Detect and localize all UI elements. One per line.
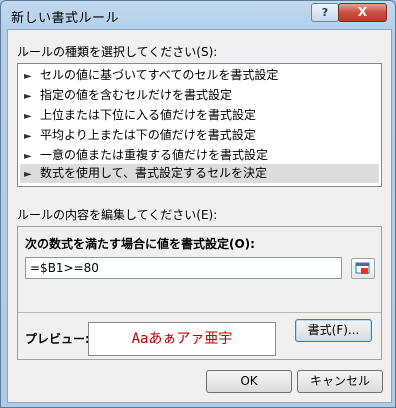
- rule-edit-group: 次の数式を満たす場合に値を書式設定(O): プレビュー: Aaあぁアァ亜宇 書式…: [17, 226, 382, 360]
- rule-type-item[interactable]: ► セルの値に基づいてすべてのセルを書式設定: [20, 66, 379, 85]
- cancel-button[interactable]: キャンセル: [297, 370, 383, 393]
- rule-type-item-label: 数式を使用して、書式設定するセルを決定: [40, 166, 268, 180]
- range-select-icon: [355, 262, 370, 274]
- arrow-right-icon: ►: [24, 71, 32, 82]
- rule-type-item-label: 上位または下位に入る値だけを書式設定: [40, 108, 257, 122]
- rule-type-item[interactable]: ► 指定の値を含むセルだけを書式設定: [20, 86, 379, 105]
- dialog-body: ルールの種類を選択してください(S): ► セルの値に基づいてすべてのセルを書式設…: [7, 29, 392, 403]
- rule-type-list[interactable]: ► セルの値に基づいてすべてのセルを書式設定 ► 指定の値を含むセルだけを書式設定 …: [17, 63, 382, 187]
- formula-input[interactable]: [25, 257, 342, 279]
- rule-type-item-label: 指定の値を含むセルだけを書式設定: [40, 88, 233, 102]
- range-select-button[interactable]: [351, 258, 375, 279]
- rule-type-item[interactable]: ► 一意の値または重複する値だけを書式設定: [20, 146, 379, 165]
- dialog-window: 新しい書式ルール ? X ルールの種類を選択してください(S): ► セルの値に基…: [0, 0, 396, 408]
- format-button[interactable]: 書式(F)...: [295, 319, 372, 342]
- preview-sample: Aaあぁアァ亜宇: [88, 322, 276, 356]
- rule-type-item-label: セルの値に基づいてすべてのセルを書式設定: [40, 68, 279, 82]
- arrow-right-icon: ►: [24, 169, 32, 180]
- rule-edit-label: ルールの内容を編集してください(E):: [17, 208, 218, 222]
- rule-type-item-label: 一意の値または重複する値だけを書式設定: [40, 148, 269, 162]
- arrow-right-icon: ►: [24, 131, 32, 142]
- arrow-right-icon: ►: [24, 91, 32, 102]
- rule-type-item[interactable]: ► 上位または下位に入る値だけを書式設定: [20, 106, 379, 125]
- window-title: 新しい書式ルール: [11, 11, 120, 26]
- preview-label: プレビュー:: [25, 332, 90, 346]
- rule-type-item[interactable]: ► 平均より上または下の値だけを書式設定: [20, 126, 379, 145]
- rule-type-item-label: 平均より上または下の値だけを書式設定: [40, 128, 256, 142]
- arrow-right-icon: ►: [24, 111, 32, 122]
- group-divider: [18, 312, 381, 313]
- rule-type-item-selected[interactable]: ► 数式を使用して、書式設定するセルを決定: [20, 164, 379, 183]
- help-button[interactable]: ?: [311, 3, 339, 22]
- formula-label: 次の数式を満たす場合に値を書式設定(O):: [25, 237, 255, 251]
- rule-type-label: ルールの種類を選択してください(S):: [17, 45, 218, 59]
- title-bar[interactable]: 新しい書式ルール ? X: [1, 1, 395, 29]
- ok-button[interactable]: OK: [206, 370, 292, 393]
- close-button[interactable]: X: [338, 3, 387, 22]
